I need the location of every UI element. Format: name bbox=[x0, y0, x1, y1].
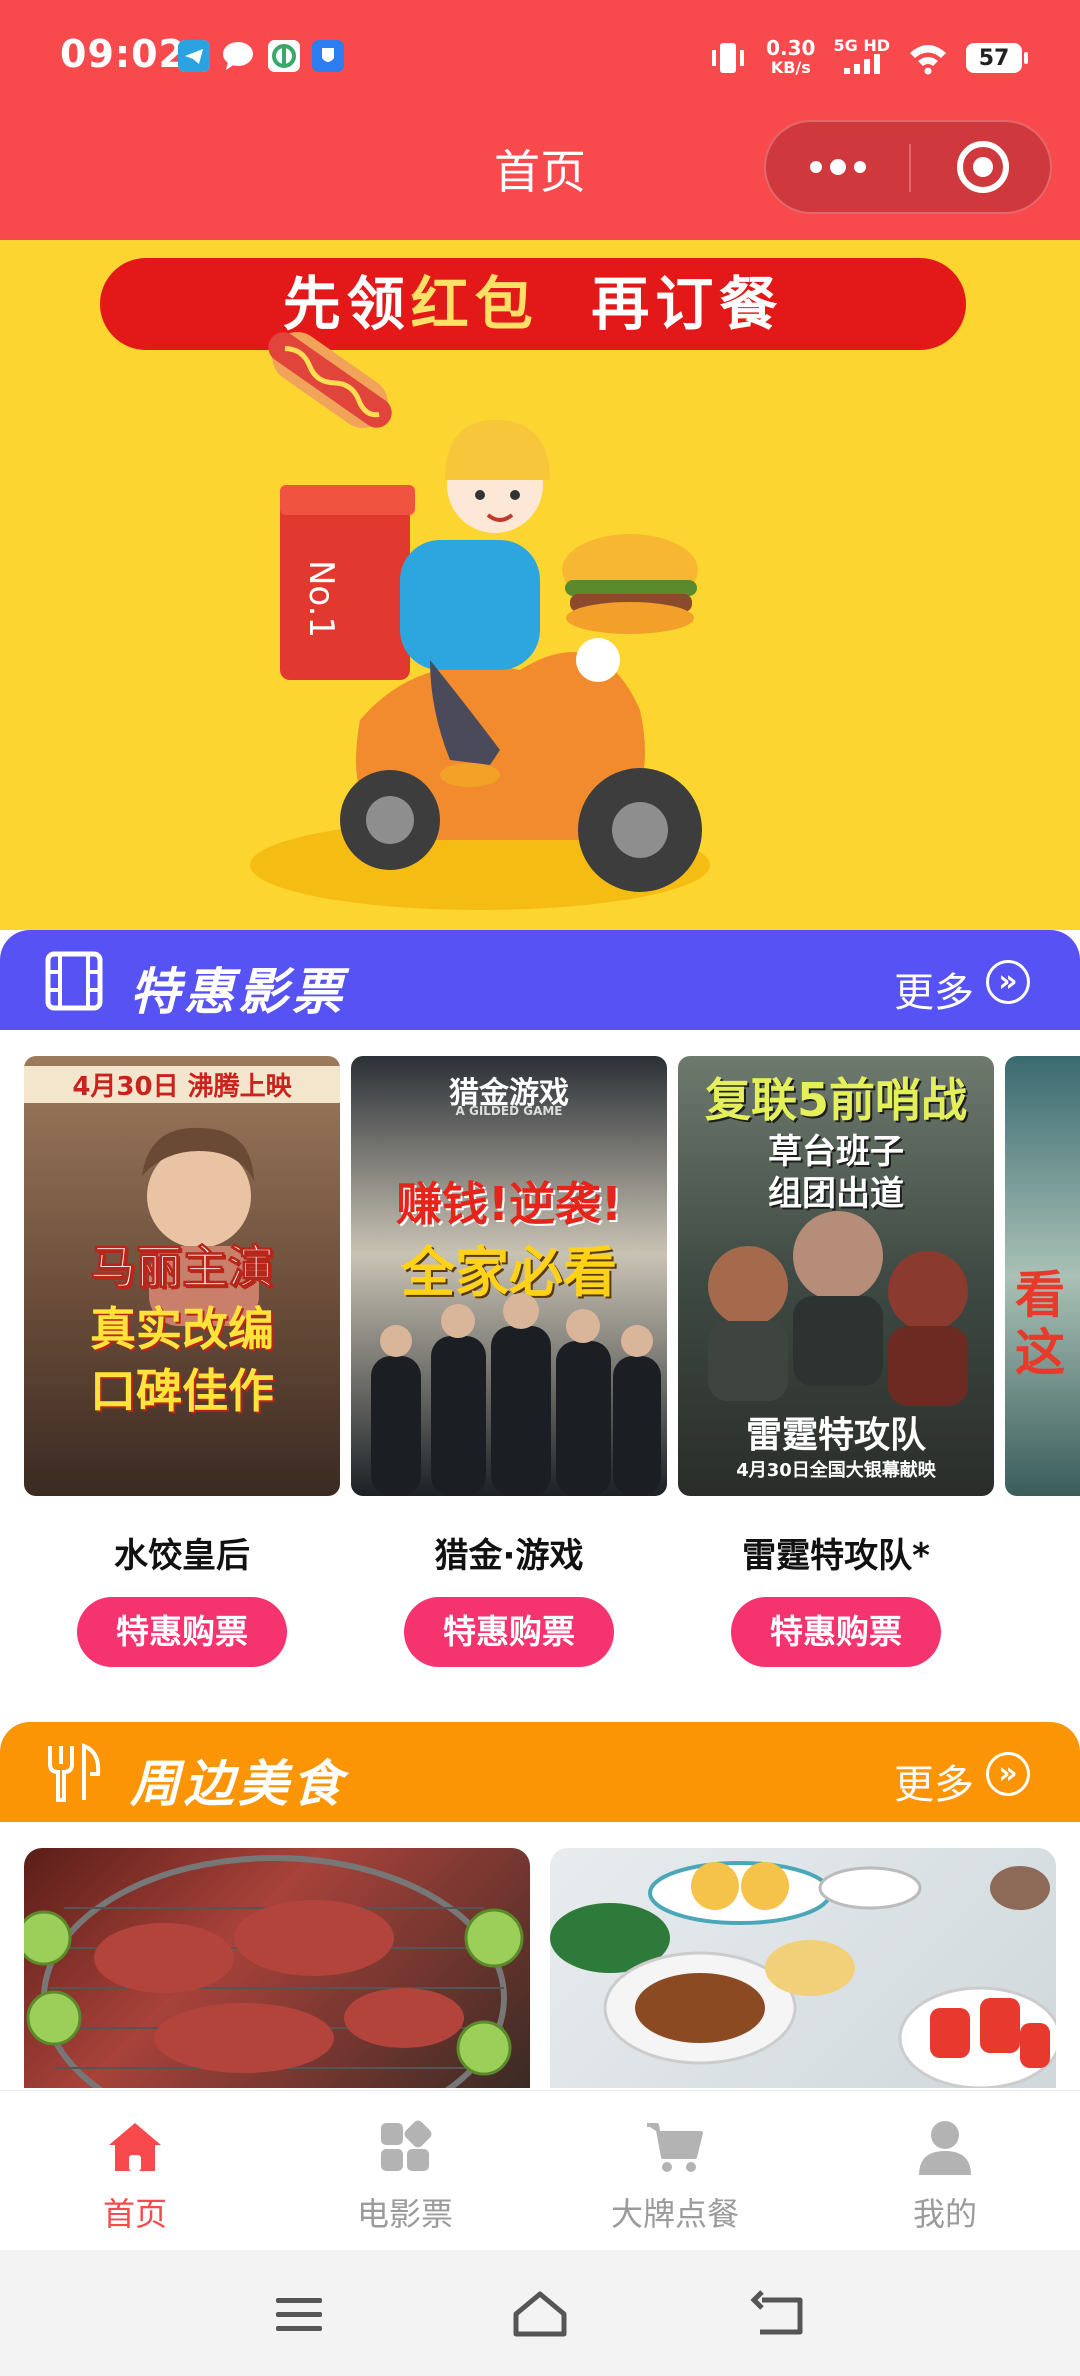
dimsum-image bbox=[550, 1861, 1056, 2088]
shield-app-icon bbox=[312, 40, 344, 72]
tab-home[interactable]: 首页 bbox=[0, 2091, 270, 2251]
movie-card[interactable]: 猎金游戏 A GILDED GAME 赚钱!逆袭! 全家必看 猎金·游戏 特惠购… bbox=[351, 1056, 667, 1667]
buy-ticket-button[interactable]: 特惠购票 bbox=[731, 1597, 941, 1667]
film-icon bbox=[45, 951, 103, 1011]
movies-section-title: 特惠影票 bbox=[130, 963, 346, 1021]
status-time: 09:02 bbox=[60, 32, 186, 76]
signal-block: 5G HD bbox=[833, 38, 890, 78]
movie-poster[interactable]: 猎金游戏 A GILDED GAME 赚钱!逆袭! 全家必看 bbox=[351, 1056, 667, 1496]
tab-label: 大牌点餐 bbox=[610, 2195, 739, 2233]
status-icons: 0.30 KB/s 5G HD 57 bbox=[708, 36, 1028, 80]
app-icon bbox=[268, 40, 300, 72]
movie-card[interactable]: 4月30日 沸腾上映 马丽主演 真实改编 口碑佳作 水饺皇后 特惠购票 bbox=[24, 1056, 340, 1667]
tab-movie-tickets[interactable]: 电影票 bbox=[270, 2091, 540, 2251]
user-icon bbox=[919, 2121, 971, 2175]
fork-knife-icon bbox=[48, 1743, 101, 1802]
net-type: 5G HD bbox=[833, 36, 890, 55]
poster-cast-figures bbox=[371, 1293, 661, 1496]
tab-label: 我的 bbox=[912, 2195, 977, 2233]
partial-poster-text: 看这 bbox=[1015, 1266, 1065, 1382]
message-icon bbox=[222, 40, 254, 72]
delivery-rider-illustration: No.1 bbox=[250, 332, 710, 910]
movie-poster[interactable]: 4月30日 沸腾上映 马丽主演 真实改编 口碑佳作 bbox=[24, 1056, 340, 1496]
movie-title: 猎金·游戏 bbox=[434, 1536, 584, 1576]
poster-release-date: 4月30日全国大银幕献映 bbox=[736, 1460, 936, 1481]
signal-icon bbox=[843, 54, 880, 74]
tab-food-order[interactable]: 大牌点餐 bbox=[540, 2091, 810, 2251]
movie-poster[interactable]: 复联5前哨战 草台班子 组团出道 雷霆特攻队 4月30日全国大银幕献映 bbox=[678, 1056, 994, 1496]
tab-profile[interactable]: 我的 bbox=[810, 2091, 1080, 2251]
double-chevron-right-icon[interactable]: » bbox=[986, 960, 1030, 1004]
close-app-button[interactable] bbox=[911, 122, 1052, 212]
poster-slogan-1: 马丽主演 bbox=[90, 1240, 275, 1295]
menu-icon[interactable] bbox=[270, 2286, 330, 2342]
vibrate-icon bbox=[712, 43, 745, 73]
target-close-icon bbox=[957, 141, 1009, 193]
bbq-grill-image bbox=[24, 1855, 524, 2088]
food-more-link[interactable]: 更多 bbox=[894, 1752, 974, 1810]
svg-text:No.1: No.1 bbox=[301, 560, 341, 638]
buy-ticket-button[interactable]: 特惠购票 bbox=[77, 1597, 287, 1667]
net-speed-unit: KB/s bbox=[770, 58, 811, 77]
tab-label: 首页 bbox=[102, 2195, 167, 2233]
more-dots-icon bbox=[810, 159, 866, 175]
poster-movie-title: 雷霆特攻队 bbox=[745, 1415, 926, 1456]
double-chevron-right-icon[interactable]: » bbox=[986, 1752, 1030, 1796]
system-navigation-bar bbox=[0, 2250, 1080, 2376]
movie-title: 水饺皇后 bbox=[114, 1536, 250, 1576]
tab-label: 电影票 bbox=[356, 2195, 453, 2233]
home-nav-icon[interactable] bbox=[510, 2286, 570, 2342]
bottom-tab-bar: 首页 电影票 大牌点餐 我的 bbox=[0, 2090, 1080, 2250]
promo-banner[interactable]: 先领红包 再订餐 No.1 bbox=[0, 240, 1080, 930]
cart-icon bbox=[647, 2123, 703, 2172]
grid-icon bbox=[381, 2120, 432, 2171]
food-section-header: 周边美食 更多 » bbox=[0, 1722, 1080, 1822]
net-speed: 0.30 KB/s bbox=[766, 38, 815, 78]
food-card-bbq[interactable] bbox=[24, 1848, 530, 2088]
poster-slogan-2: 真实改编 bbox=[90, 1302, 274, 1356]
battery-indicator: 57 bbox=[966, 43, 1028, 73]
net-speed-value: 0.30 bbox=[766, 36, 816, 60]
movies-section-header: 特惠影票 更多 » bbox=[0, 930, 1080, 1030]
back-icon[interactable] bbox=[750, 2286, 810, 2342]
food-card-dimsum[interactable] bbox=[550, 1848, 1056, 2088]
home-icon bbox=[109, 2123, 161, 2171]
header-bar: 09:02 0.30 KB/s 5G HD 57 首页 bbox=[0, 0, 1080, 240]
food-section-title: 周边美食 bbox=[130, 1755, 346, 1813]
telegram-icon bbox=[178, 40, 210, 72]
movies-more-link[interactable]: 更多 bbox=[894, 960, 974, 1018]
poster-slogan-3: 口碑佳作 bbox=[90, 1364, 274, 1418]
more-options-button[interactable] bbox=[766, 122, 909, 212]
wifi-icon bbox=[910, 45, 946, 75]
mini-program-capsule bbox=[764, 120, 1052, 214]
movie-card-partial[interactable]: 看这 bbox=[1005, 1056, 1080, 1496]
movie-title: 雷霆特攻队* bbox=[742, 1536, 930, 1576]
movie-card[interactable]: 复联5前哨战 草台班子 组团出道 雷霆特攻队 4月30日全国大银幕献映 雷霆特攻… bbox=[678, 1056, 994, 1667]
buy-ticket-button[interactable]: 特惠购票 bbox=[404, 1597, 614, 1667]
